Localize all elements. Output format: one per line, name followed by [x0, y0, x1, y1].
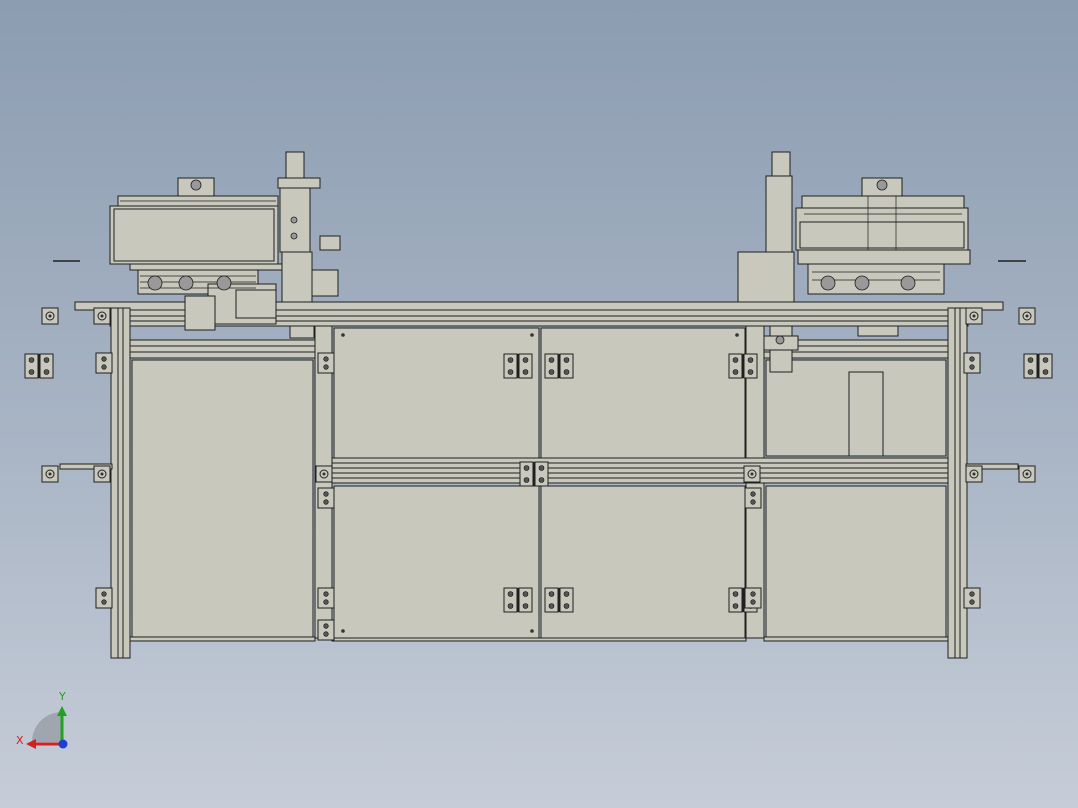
y-axis-label: Y [58, 690, 66, 703]
machine-assembly-drawing: Y X [16, 151, 1053, 749]
x-axis-label: X [16, 734, 24, 747]
coordinate-triad: Y X [16, 690, 68, 749]
cad-viewport[interactable]: Y X [0, 0, 1078, 808]
z-axis-dot [58, 739, 68, 749]
